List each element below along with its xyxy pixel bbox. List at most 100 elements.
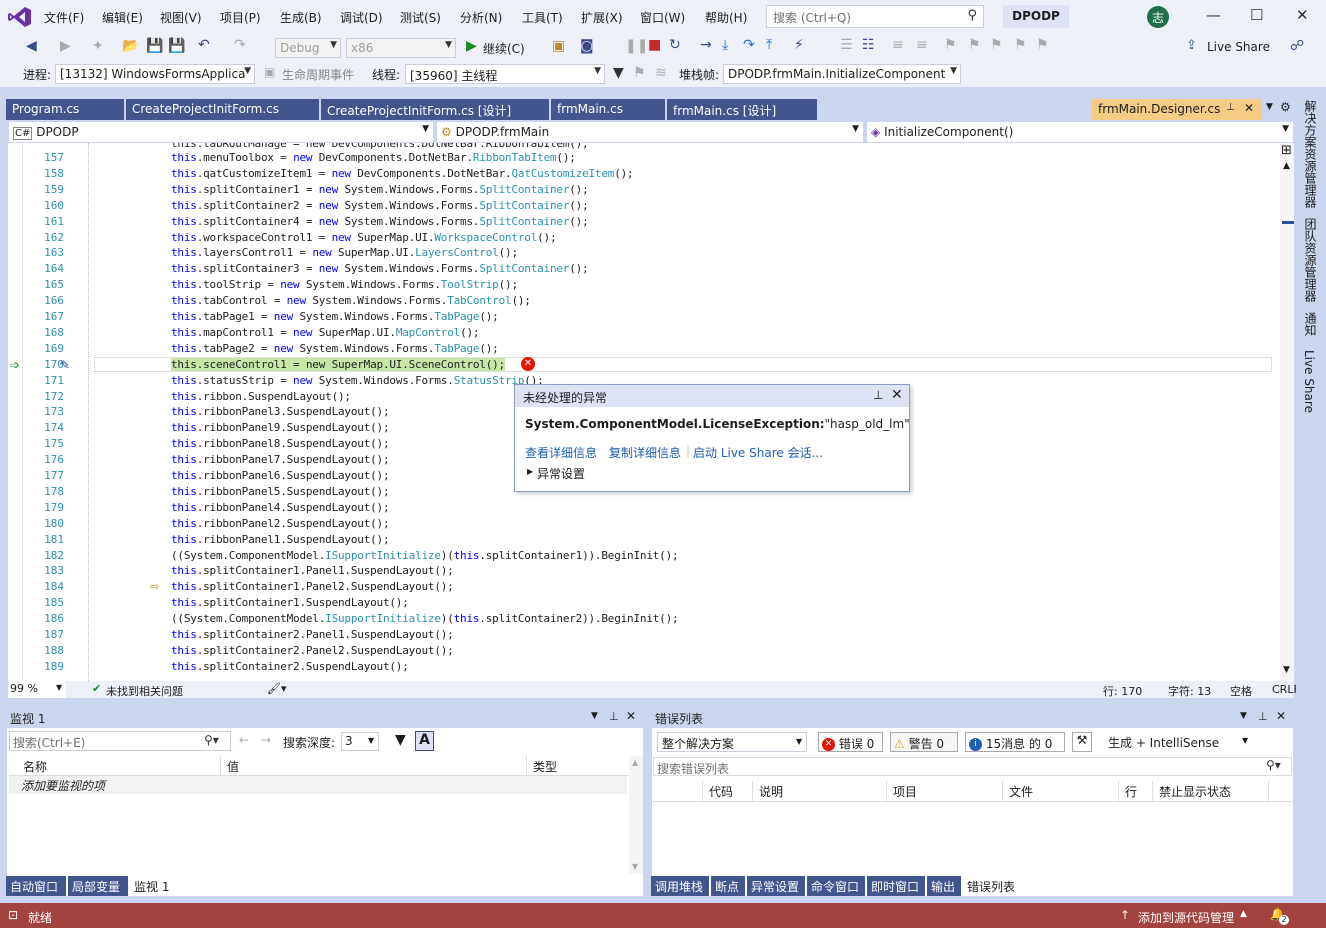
tab-immediate-window[interactable]: 即时窗口 xyxy=(867,876,925,896)
exception-settings-toggle[interactable]: 异常设置 xyxy=(537,465,585,482)
tab-error-list[interactable]: 错误列表 xyxy=(963,876,1021,896)
pin-icon[interactable]: ⊥ xyxy=(873,388,883,402)
col-value[interactable]: 值 xyxy=(221,756,527,776)
toggle-icon[interactable]: ≋ xyxy=(655,65,667,81)
scroll-down-icon[interactable]: ▼ xyxy=(1283,665,1290,675)
avatar[interactable]: 志 xyxy=(1147,6,1169,28)
chevron-down-icon[interactable]: ▼ xyxy=(591,711,598,721)
view-details-link[interactable]: 查看详细信息 xyxy=(525,444,597,461)
save-icon[interactable]: 💾 xyxy=(146,38,163,54)
menu-debug[interactable]: 调试(D) xyxy=(340,9,383,26)
show-next-statement-icon[interactable]: → xyxy=(700,37,712,53)
quick-search-input[interactable]: 搜索 (Ctrl+Q) ⚲ xyxy=(766,5,984,28)
tab-output[interactable]: 输出 xyxy=(927,876,961,896)
col-project[interactable]: 项目 xyxy=(887,781,1003,801)
pause-icon[interactable]: ❚❚ xyxy=(625,38,648,54)
open-file-icon[interactable]: 📂 xyxy=(122,38,139,54)
col-name[interactable]: 名称 xyxy=(17,756,221,776)
tab-watch-1[interactable]: 监视 1 xyxy=(130,876,174,896)
col-type[interactable]: 类型 xyxy=(527,756,627,776)
menu-build[interactable]: 生成(B) xyxy=(280,9,322,26)
tab-call-stack[interactable]: 调用堆栈 xyxy=(651,876,709,896)
start-live-share-link[interactable]: 启动 Live Share 会话... xyxy=(693,444,823,461)
error-search-input[interactable]: 搜索错误列表 ⚲▾ xyxy=(653,757,1292,776)
lifecycle-events-button[interactable]: 生命周期事件 xyxy=(282,66,354,83)
close-tab-icon[interactable]: ✕ xyxy=(1244,101,1254,115)
vertical-scrollbar[interactable]: ⊞ ▲ ▼ xyxy=(1280,143,1294,681)
solution-explorer-tab[interactable]: 解决方案资源管理器 xyxy=(1302,100,1319,208)
stack-frame-dropdown[interactable]: DPODP.frmMain.InitializeComponent ▼ xyxy=(723,64,961,84)
scroll-down-icon[interactable]: ▼ xyxy=(632,862,638,871)
save-all-icon[interactable]: 💾 xyxy=(168,38,185,54)
live-share-tab[interactable]: Live Share xyxy=(1302,350,1316,413)
tab-locals[interactable]: 局部变量 xyxy=(68,876,128,896)
whitespace-indicator[interactable]: 空格 xyxy=(1230,683,1252,699)
tab-createprojectinitform-design[interactable]: CreateProjectInitForm.cs [设计] xyxy=(321,99,549,120)
close-icon[interactable]: ✕ xyxy=(626,709,636,723)
chevron-down-icon[interactable]: ▼ xyxy=(1240,711,1247,721)
live-share-button[interactable]: Live Share xyxy=(1207,40,1270,54)
brush-icon[interactable]: 🖌▾ xyxy=(267,682,287,695)
comment-icon[interactable]: ☰ xyxy=(840,37,853,53)
build-filter-dropdown[interactable]: 生成 + IntelliSense ▼ xyxy=(1104,732,1254,752)
uncomment-icon[interactable]: ☷ xyxy=(862,37,875,53)
watch-scrollbar[interactable]: ▲ ▼ xyxy=(629,756,643,874)
search-depth-dropdown[interactable]: 3 ▼ xyxy=(341,732,379,751)
attach-icon[interactable]: ▣ xyxy=(552,38,565,54)
col-suppression[interactable]: 禁止显示状态 xyxy=(1153,781,1269,801)
messages-filter-button[interactable]: i 15消息 的 0 xyxy=(965,732,1065,752)
flag-threads-icon[interactable]: ⚑ xyxy=(633,65,646,81)
pin-icon[interactable]: ⊥ xyxy=(1226,102,1235,113)
minimize-icon[interactable]: — xyxy=(1206,6,1221,24)
undo-icon[interactable]: ↶ xyxy=(198,37,210,53)
pin-icon[interactable]: ⊥ xyxy=(1258,710,1268,723)
tab-exception-settings[interactable]: 异常设置 xyxy=(747,876,805,896)
close-icon[interactable]: ✕ xyxy=(1276,709,1286,723)
menu-view[interactable]: 视图(V) xyxy=(160,9,202,26)
col-sort[interactable] xyxy=(653,781,703,801)
continue-button[interactable]: 继续(C) xyxy=(483,40,525,57)
process-dropdown[interactable]: [13132] WindowsFormsApplica ▼ xyxy=(55,64,255,84)
expand-chevron-icon[interactable]: ▶ xyxy=(527,467,533,476)
edit-paint-icon[interactable]: ✎ xyxy=(60,358,70,372)
team-explorer-tab[interactable]: 团队资源管理器 xyxy=(1302,218,1319,302)
clear-bookmarks-icon[interactable]: ⚑ xyxy=(1014,37,1027,53)
feedback-icon[interactable]: ☍ xyxy=(1290,38,1304,54)
build-filter-icon[interactable]: ⚒ xyxy=(1072,732,1092,752)
bookmark-icon[interactable]: ⚑ xyxy=(944,37,957,53)
menu-help[interactable]: 帮助(H) xyxy=(705,9,747,26)
tab-autos[interactable]: 自动窗口 xyxy=(6,876,66,896)
menu-file[interactable]: 文件(F) xyxy=(44,9,84,26)
menu-project[interactable]: 项目(P) xyxy=(220,9,261,26)
tab-frmmain-design[interactable]: frmMain.cs [设计] xyxy=(667,99,817,120)
settings-gear-icon[interactable]: ⚙ xyxy=(1280,100,1291,114)
pin-icon[interactable]: ⊥ xyxy=(609,710,619,723)
col-file[interactable]: 文件 xyxy=(1003,781,1119,801)
outdent-icon[interactable]: ≡ xyxy=(916,37,928,53)
restart-icon[interactable]: ↻ xyxy=(669,37,681,53)
warnings-filter-button[interactable]: ⚠ 警告 0 xyxy=(890,732,958,752)
copy-details-link[interactable]: 复制详细信息 xyxy=(609,444,681,461)
tab-frmmain-designer-cs[interactable]: frmMain.Designer.cs ⊥ ✕ xyxy=(1092,99,1262,120)
split-icon[interactable]: ⊞ xyxy=(1281,143,1292,158)
close-icon[interactable]: ✕ xyxy=(1296,6,1309,24)
exception-error-icon[interactable]: ✕ xyxy=(521,357,535,371)
new-project-icon[interactable]: ✦ xyxy=(92,38,104,54)
bookmark-window-icon[interactable]: ⚑ xyxy=(1036,37,1049,53)
prev-bookmark-icon[interactable]: ⚑ xyxy=(968,37,981,53)
step-out-icon[interactable]: ⤒ xyxy=(766,37,772,53)
thread-dropdown[interactable]: [35960] 主线程 ▼ xyxy=(405,64,605,84)
add-watch-item[interactable]: 添加要监视的项 xyxy=(9,776,627,794)
tab-breakpoints[interactable]: 断点 xyxy=(711,876,745,896)
back-icon[interactable]: ◀ xyxy=(26,38,37,54)
add-to-source-control-button[interactable]: 添加到源代码管理 xyxy=(1138,909,1234,926)
menu-extensions[interactable]: 扩展(X) xyxy=(581,9,623,26)
text-format-icon[interactable]: A xyxy=(415,731,434,751)
redo-icon[interactable]: ↷ xyxy=(234,37,246,53)
tab-command-window[interactable]: 命令窗口 xyxy=(807,876,865,896)
forward-icon[interactable]: ▶ xyxy=(60,38,71,54)
col-description[interactable]: 说明 xyxy=(753,781,887,801)
next-bookmark-icon[interactable]: ⚑ xyxy=(990,37,1003,53)
tab-frmmain-cs[interactable]: frmMain.cs xyxy=(551,99,665,120)
errors-filter-button[interactable]: ✕ 错误 0 xyxy=(818,732,883,752)
